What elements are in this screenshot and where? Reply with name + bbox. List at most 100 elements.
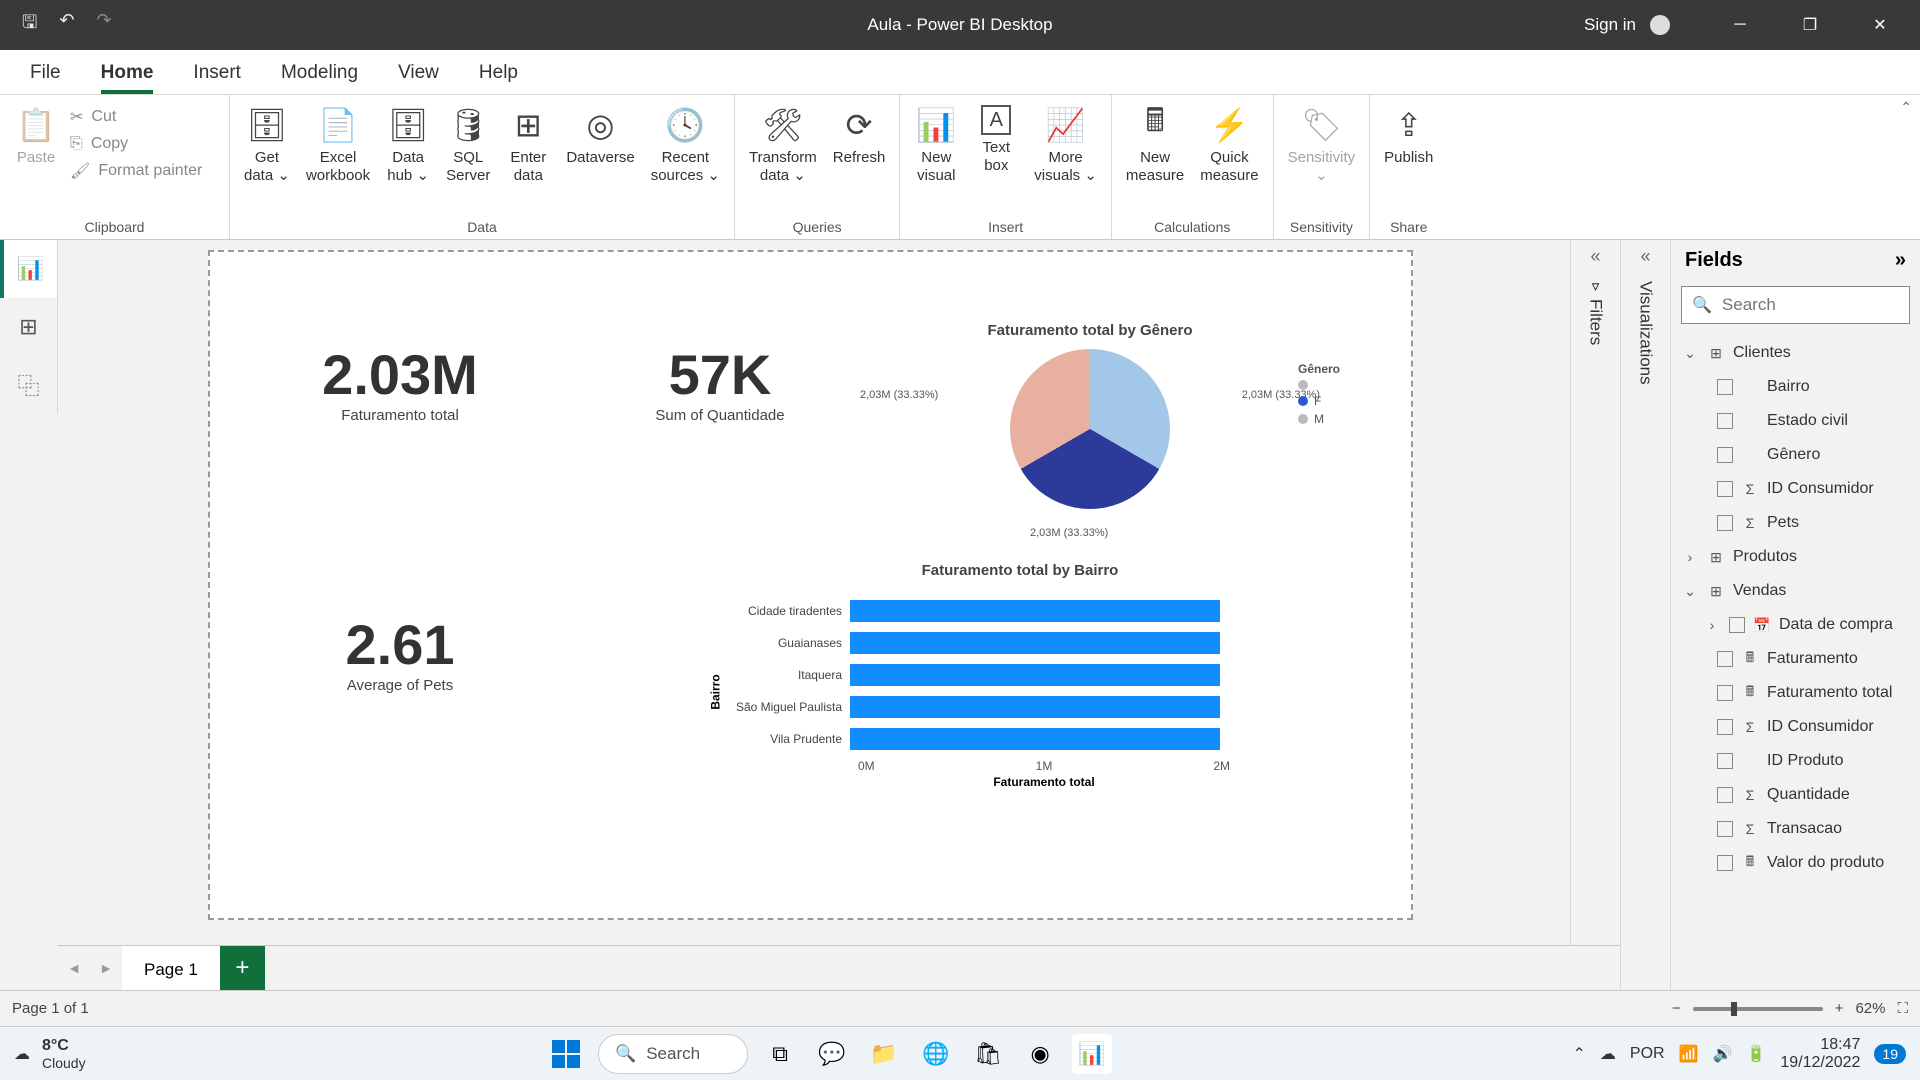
checkbox[interactable]	[1717, 855, 1733, 871]
new-measure-button[interactable]: 🖩New measure	[1122, 101, 1188, 189]
quick-measure-button[interactable]: ⚡Quick measure	[1196, 101, 1262, 189]
field-id-consumidor[interactable]: ΣID Consumidor	[1675, 472, 1916, 506]
page-tab-1[interactable]: Page 1	[122, 946, 220, 991]
tab-home[interactable]: Home	[101, 62, 154, 94]
explorer-button[interactable]: 📁	[864, 1034, 904, 1074]
checkbox[interactable]	[1717, 753, 1733, 769]
tab-insert[interactable]: Insert	[193, 62, 241, 94]
next-page-button[interactable]: ►	[90, 960, 122, 976]
chrome-button[interactable]: ◉	[1020, 1034, 1060, 1074]
edge-button[interactable]: 🌐	[916, 1034, 956, 1074]
card-quantidade[interactable]: 57K Sum of Quantidade	[590, 342, 850, 424]
prev-page-button[interactable]: ◄	[58, 960, 90, 976]
more-visuals-button[interactable]: 📈More visuals ⌄	[1030, 101, 1101, 189]
pie-chart[interactable]: Faturamento total by Gênero 2,03M (33.33…	[830, 322, 1350, 509]
close-button[interactable]: ✕	[1850, 0, 1910, 50]
enter-data-button[interactable]: ⊞Enter data	[502, 101, 554, 189]
checkbox[interactable]	[1717, 481, 1733, 497]
report-page[interactable]: 2.03M Faturamento total 57K Sum of Quant…	[208, 250, 1413, 920]
checkbox[interactable]	[1717, 651, 1733, 667]
tab-file[interactable]: File	[30, 62, 61, 94]
fields-search[interactable]: 🔍	[1681, 286, 1910, 324]
avatar[interactable]	[1650, 15, 1670, 35]
save-icon[interactable]: 🖫	[22, 10, 37, 40]
field-id-consumidor-v[interactable]: ΣID Consumidor	[1675, 710, 1916, 744]
excel-button[interactable]: 📄Excel workbook	[302, 101, 374, 189]
checkbox[interactable]	[1717, 447, 1733, 463]
field-faturamento[interactable]: 🖩Faturamento	[1675, 642, 1916, 676]
checkbox[interactable]	[1717, 787, 1733, 803]
taskbar-search[interactable]: 🔍Search	[598, 1034, 748, 1074]
dataverse-button[interactable]: ◎Dataverse	[562, 101, 638, 171]
start-button[interactable]	[546, 1034, 586, 1074]
field-id-produto[interactable]: ID Produto	[1675, 744, 1916, 778]
field-bairro[interactable]: Bairro	[1675, 370, 1916, 404]
sensitivity-button[interactable]: 🏷Sensitivity ⌄	[1284, 101, 1360, 189]
field-genero[interactable]: Gênero	[1675, 438, 1916, 472]
checkbox[interactable]	[1717, 413, 1733, 429]
copy-button[interactable]: ⎘Copy	[70, 135, 202, 153]
tab-help[interactable]: Help	[479, 62, 518, 94]
tray-chevron-icon[interactable]: ⌃	[1573, 1044, 1586, 1064]
sound-icon[interactable]: 🔊	[1713, 1044, 1733, 1064]
checkbox[interactable]	[1717, 821, 1733, 837]
zoom-slider[interactable]	[1693, 1007, 1823, 1011]
text-box-button[interactable]: AText box	[970, 101, 1022, 179]
bar-chart[interactable]: Faturamento total by Bairro Bairro Cidad…	[710, 562, 1330, 789]
transform-data-button[interactable]: 🛠Transform data ⌄	[745, 101, 821, 189]
language-indicator[interactable]: POR	[1630, 1045, 1665, 1063]
recent-sources-button[interactable]: 🕓Recent sources ⌄	[647, 101, 724, 189]
table-vendas[interactable]: ⌄⊞Vendas	[1675, 574, 1916, 608]
checkbox[interactable]	[1717, 719, 1733, 735]
field-estado-civil[interactable]: Estado civil	[1675, 404, 1916, 438]
field-pets[interactable]: ΣPets	[1675, 506, 1916, 540]
search-input[interactable]	[1722, 295, 1920, 315]
field-faturamento-total[interactable]: 🖩Faturamento total	[1675, 676, 1916, 710]
clock[interactable]: 18:47 19/12/2022	[1780, 1036, 1860, 1071]
zoom-in-button[interactable]: +	[1835, 1000, 1844, 1017]
expand-filters-icon[interactable]: «	[1590, 246, 1600, 267]
new-visual-button[interactable]: 📊New visual	[910, 101, 962, 189]
visualizations-pane-collapsed[interactable]: « Visualizations	[1620, 240, 1670, 1026]
table-clientes[interactable]: ⌄⊞Clientes	[1675, 336, 1916, 370]
sql-button[interactable]: 🛢SQL Server	[442, 101, 494, 189]
table-produtos[interactable]: ›⊞Produtos	[1675, 540, 1916, 574]
field-quantidade[interactable]: ΣQuantidade	[1675, 778, 1916, 812]
undo-icon[interactable]: ↶	[59, 10, 74, 40]
chat-button[interactable]: 💬	[812, 1034, 852, 1074]
wifi-icon[interactable]: 📶	[1679, 1044, 1699, 1064]
collapse-ribbon-icon[interactable]: ⌃	[1900, 99, 1912, 116]
minimize-button[interactable]: ─	[1710, 0, 1770, 50]
field-data-compra[interactable]: ›📅Data de compra	[1675, 608, 1916, 642]
weather-widget[interactable]: ☁ 8°C Cloudy	[14, 1037, 86, 1071]
card-pets[interactable]: 2.61 Average of Pets	[270, 612, 530, 694]
maximize-button[interactable]: ❐	[1780, 0, 1840, 50]
field-transacao[interactable]: ΣTransacao	[1675, 812, 1916, 846]
expand-viz-icon[interactable]: «	[1640, 246, 1650, 267]
tab-view[interactable]: View	[398, 62, 439, 94]
field-valor-produto[interactable]: 🖩Valor do produto	[1675, 846, 1916, 880]
zoom-out-button[interactable]: −	[1672, 1000, 1681, 1017]
report-view-button[interactable]: 📊	[0, 240, 57, 298]
signin-link[interactable]: Sign in	[1584, 15, 1636, 35]
checkbox[interactable]	[1717, 515, 1733, 531]
model-view-button[interactable]: ⿻	[0, 356, 57, 414]
notifications-badge[interactable]: 19	[1874, 1044, 1906, 1064]
add-page-button[interactable]: +	[220, 946, 265, 991]
battery-icon[interactable]: 🔋	[1746, 1044, 1766, 1064]
paste-button[interactable]: 📋 Paste	[10, 101, 62, 171]
tab-modeling[interactable]: Modeling	[281, 62, 358, 94]
card-faturamento[interactable]: 2.03M Faturamento total	[270, 342, 530, 424]
store-button[interactable]: 🛍	[968, 1034, 1008, 1074]
data-view-button[interactable]: ⊞	[0, 298, 57, 356]
onedrive-icon[interactable]: ☁	[1600, 1044, 1616, 1064]
cut-button[interactable]: ✂Cut	[70, 107, 202, 127]
redo-icon[interactable]: ↷	[96, 10, 111, 40]
powerbi-button[interactable]: 📊	[1072, 1034, 1112, 1074]
publish-button[interactable]: ⇪Publish	[1380, 101, 1437, 171]
report-canvas[interactable]: 2.03M Faturamento total 57K Sum of Quant…	[58, 240, 1620, 945]
checkbox[interactable]	[1729, 617, 1745, 633]
get-data-button[interactable]: 🗄Get data ⌄	[240, 101, 294, 189]
filters-pane-collapsed[interactable]: « ▿ Filters	[1570, 240, 1620, 1026]
expand-fields-icon[interactable]: »	[1895, 249, 1906, 272]
